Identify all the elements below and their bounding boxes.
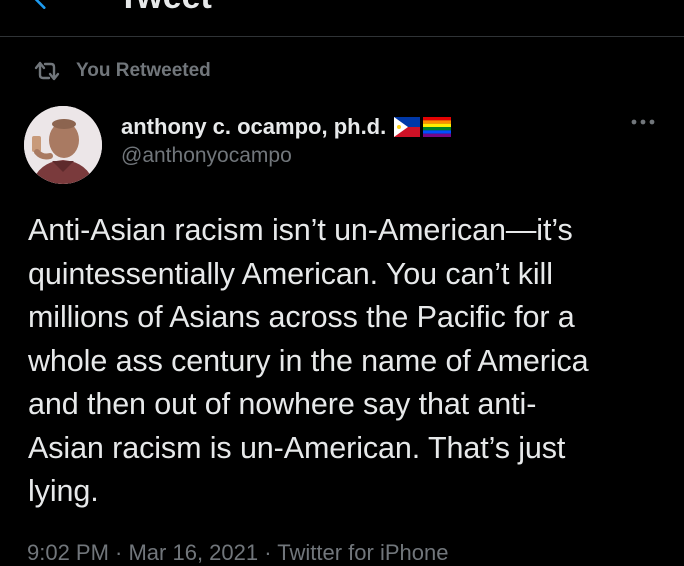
avatar[interactable] <box>24 106 102 184</box>
name-row: anthony c. ocampo, ph.d. <box>121 112 452 142</box>
rainbow-flag-icon <box>423 117 452 137</box>
display-name[interactable]: anthony c. ocampo, ph.d. <box>121 114 386 140</box>
retweet-icon <box>34 61 60 81</box>
chevron-left-icon[interactable] <box>28 0 54 12</box>
page-title: Tweet <box>118 0 212 17</box>
tweet-text: Anti-Asian racism isn’t un-American—it’s… <box>28 213 589 508</box>
retweet-label: You Retweeted <box>76 60 211 81</box>
user-handle[interactable]: @anthonyocampo <box>121 144 451 168</box>
tweet-meta: 9:02 PM · Mar 16, 2021 · Twitter for iPh… <box>27 540 449 565</box>
avatar-image <box>24 106 102 184</box>
top-bar: Tweet <box>0 0 684 37</box>
philippines-flag-icon <box>394 117 421 137</box>
retweet-indicator: You Retweeted <box>32 58 211 84</box>
author-block[interactable]: anthony c. ocampo, ph.d. @anthonyocampo <box>121 112 452 168</box>
more-options-icon[interactable] <box>630 114 656 130</box>
